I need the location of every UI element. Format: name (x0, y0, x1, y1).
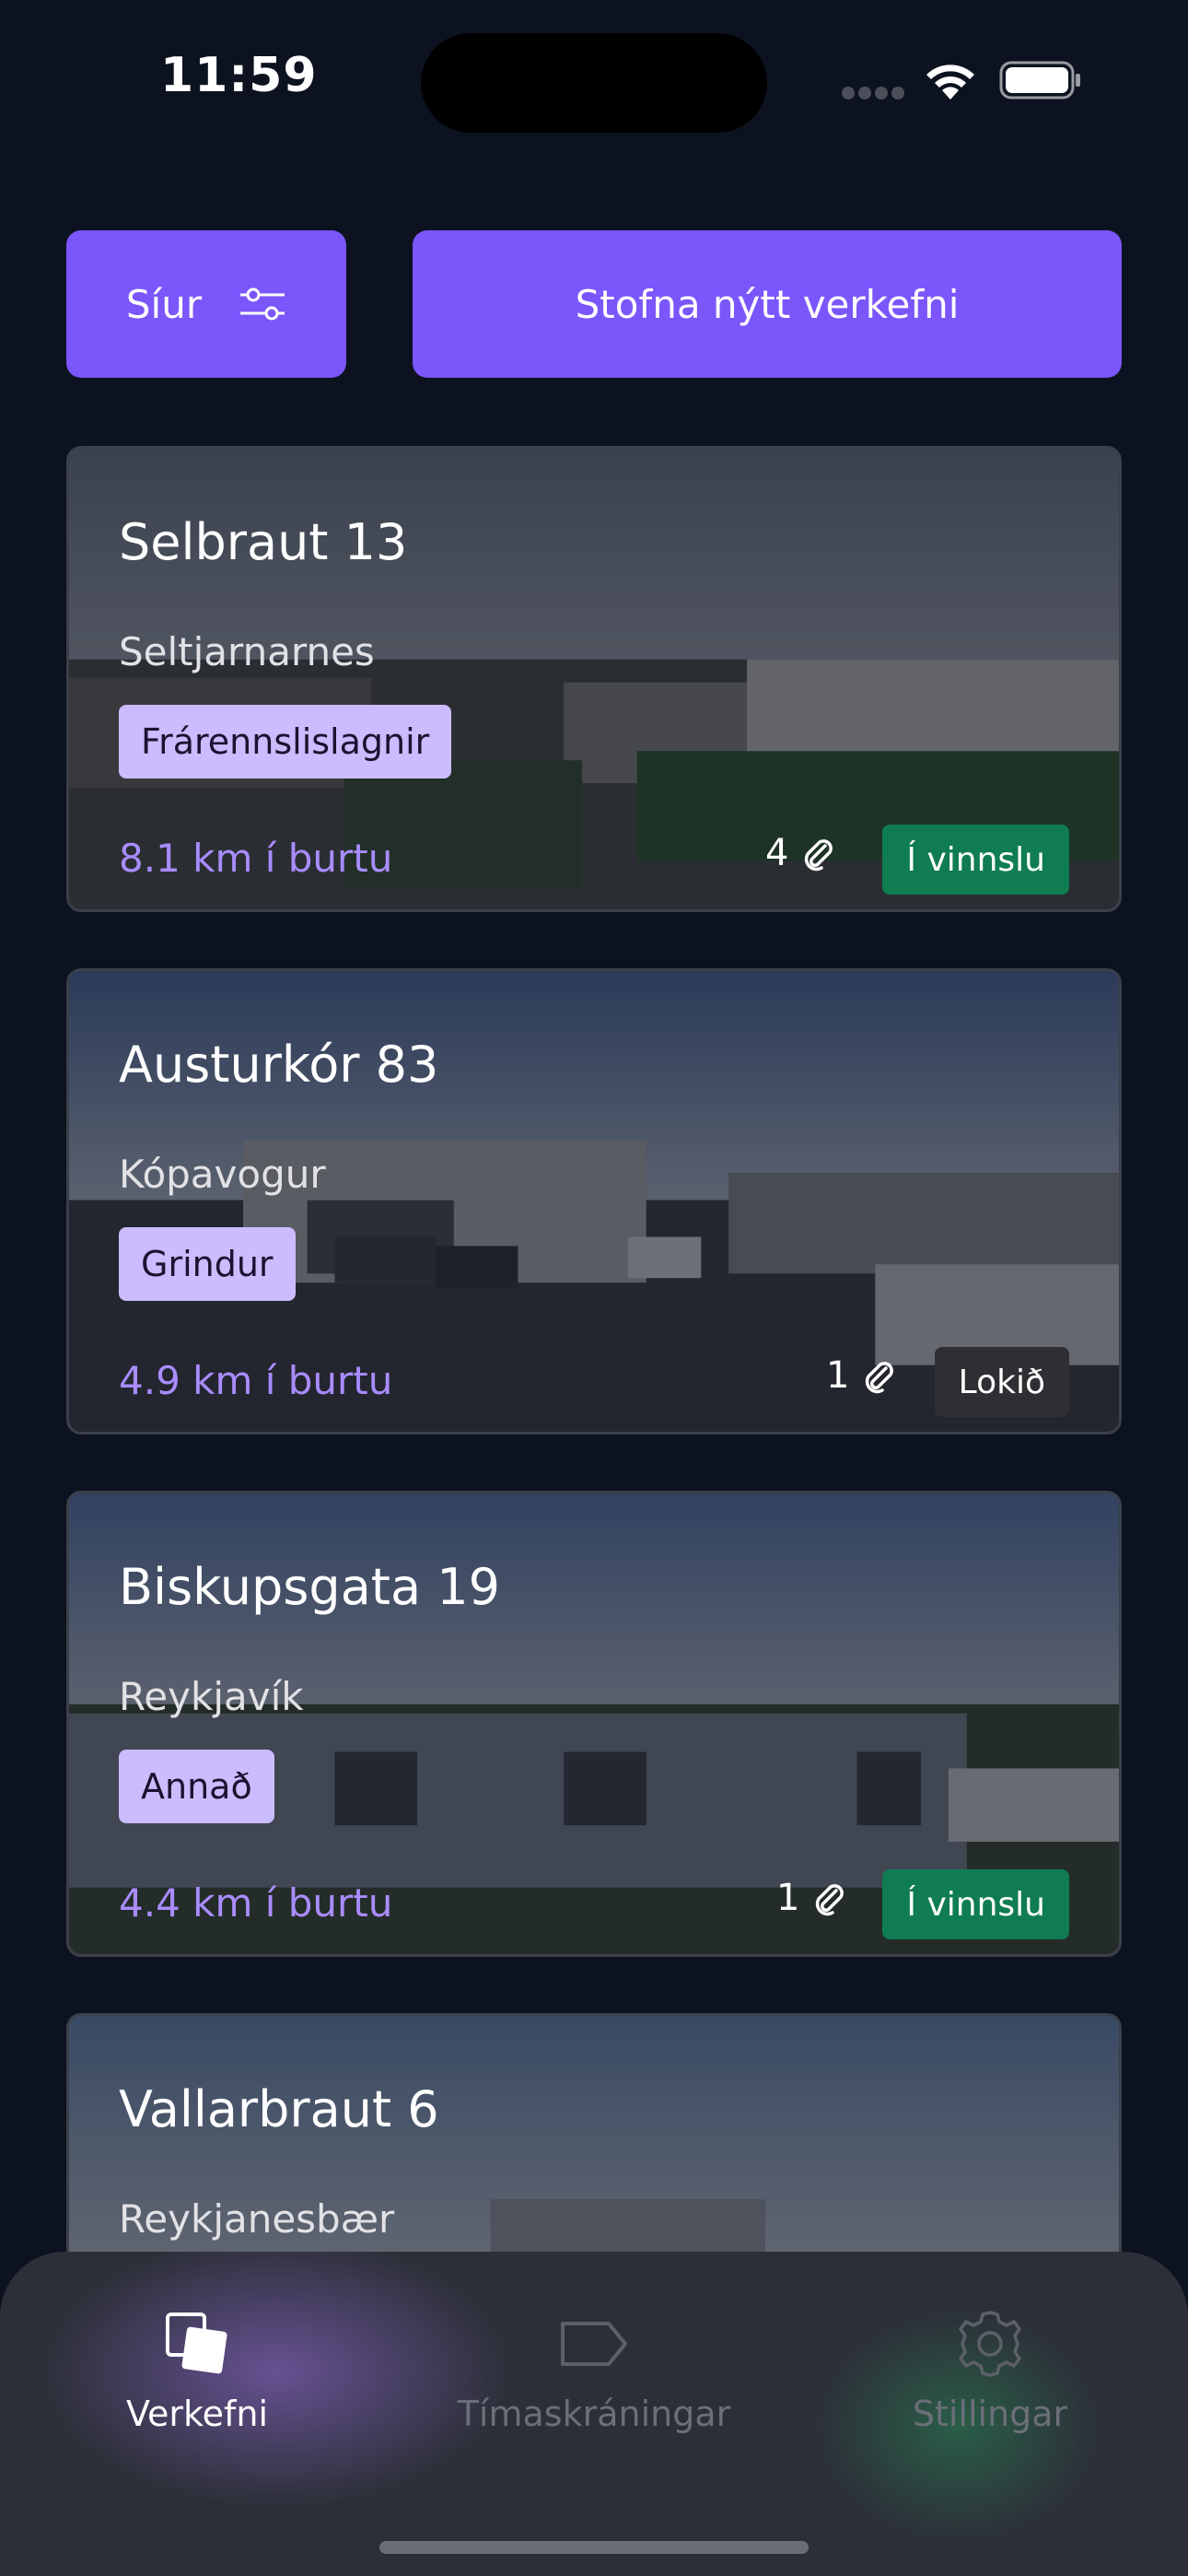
project-city: Kópavogur (119, 1152, 326, 1197)
tab-stillingar[interactable]: Stillingar (806, 2307, 1174, 2434)
project-city: Seltjarnarnes (119, 629, 375, 674)
project-city: Reykjavík (119, 1674, 304, 1719)
attachments-count: 4 (765, 832, 836, 874)
paperclip-icon (866, 1362, 894, 1394)
distance-text: 4.4 km í burtu (119, 1880, 393, 1926)
category-tag: Frárennslislagnir (119, 705, 452, 779)
paperclip-icon (805, 839, 833, 872)
status-badge: Lokið (934, 1347, 1069, 1417)
sliders-icon (240, 287, 285, 321)
attachments-count: 1 (826, 1354, 897, 1397)
project-title: Biskupsgata 19 (119, 1558, 500, 1616)
tab-bar: Verkefni Tímaskráningar Stillingar (0, 2252, 1188, 2576)
status-badge: Í vinnslu (882, 1869, 1069, 1939)
category-tag: Annað (119, 1750, 274, 1823)
tab-label: Stillingar (912, 2394, 1068, 2434)
cellular-signal-icon (842, 87, 906, 100)
wifi-icon (926, 64, 974, 100)
home-indicator[interactable] (379, 2541, 809, 2554)
project-city: Reykjanesbær (119, 2196, 395, 2242)
filter-button-label: Síur (125, 281, 203, 327)
paperclip-icon (816, 1884, 844, 1916)
distance-text: 4.9 km í burtu (119, 1358, 393, 1403)
gear-icon (959, 2311, 1021, 2377)
filter-button[interactable]: Síur (66, 230, 346, 378)
dynamic-island (421, 33, 767, 133)
project-title: Selbraut 13 (119, 513, 408, 571)
attachments-number: 1 (826, 1354, 850, 1397)
tab-label: Tímaskráningar (457, 2394, 731, 2434)
attachments-count: 1 (776, 1877, 847, 1919)
project-card[interactable]: Biskupsgata 19 Reykjavík Annað 4.4 km í … (66, 1491, 1122, 1957)
project-title: Vallarbraut 6 (119, 2080, 439, 2138)
tab-verkefni[interactable]: Verkefni (13, 2307, 381, 2434)
projects-icon (166, 2313, 227, 2374)
tab-label: Verkefni (125, 2394, 269, 2434)
status-badge: Í vinnslu (882, 825, 1069, 895)
attachments-number: 4 (765, 832, 789, 874)
new-project-label: Stofna nýtt verkefni (575, 281, 960, 327)
project-card[interactable]: Austurkór 83 Kópavogur Grindur 4.9 km í … (66, 968, 1122, 1434)
tab-timaskraningar[interactable]: Tímaskráningar (410, 2307, 778, 2434)
app-screen: 11:59 Síur Stofna nýtt verkefni Selbraut… (0, 0, 1188, 2576)
status-time: 11:59 (160, 48, 318, 103)
category-tag: Grindur (119, 1227, 296, 1301)
distance-text: 8.1 km í burtu (119, 836, 393, 881)
project-title: Austurkór 83 (119, 1036, 439, 1094)
new-project-button[interactable]: Stofna nýtt verkefni (413, 230, 1122, 378)
project-card[interactable]: Selbraut 13 Seltjarnarnes Frárennslislag… (66, 446, 1122, 912)
tag-icon (561, 2322, 627, 2366)
battery-icon (999, 61, 1080, 100)
attachments-number: 1 (776, 1877, 800, 1919)
